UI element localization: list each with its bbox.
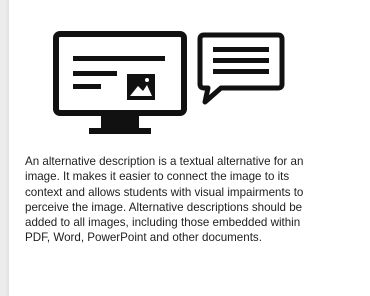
alt-text-illustration	[53, 31, 285, 134]
image-icon	[127, 74, 155, 100]
speech-bubble-icon	[197, 32, 285, 105]
monitor-icon	[53, 31, 187, 134]
info-card: An alternative description is a textual …	[8, 0, 370, 296]
description-text: An alternative description is a textual …	[25, 155, 304, 245]
